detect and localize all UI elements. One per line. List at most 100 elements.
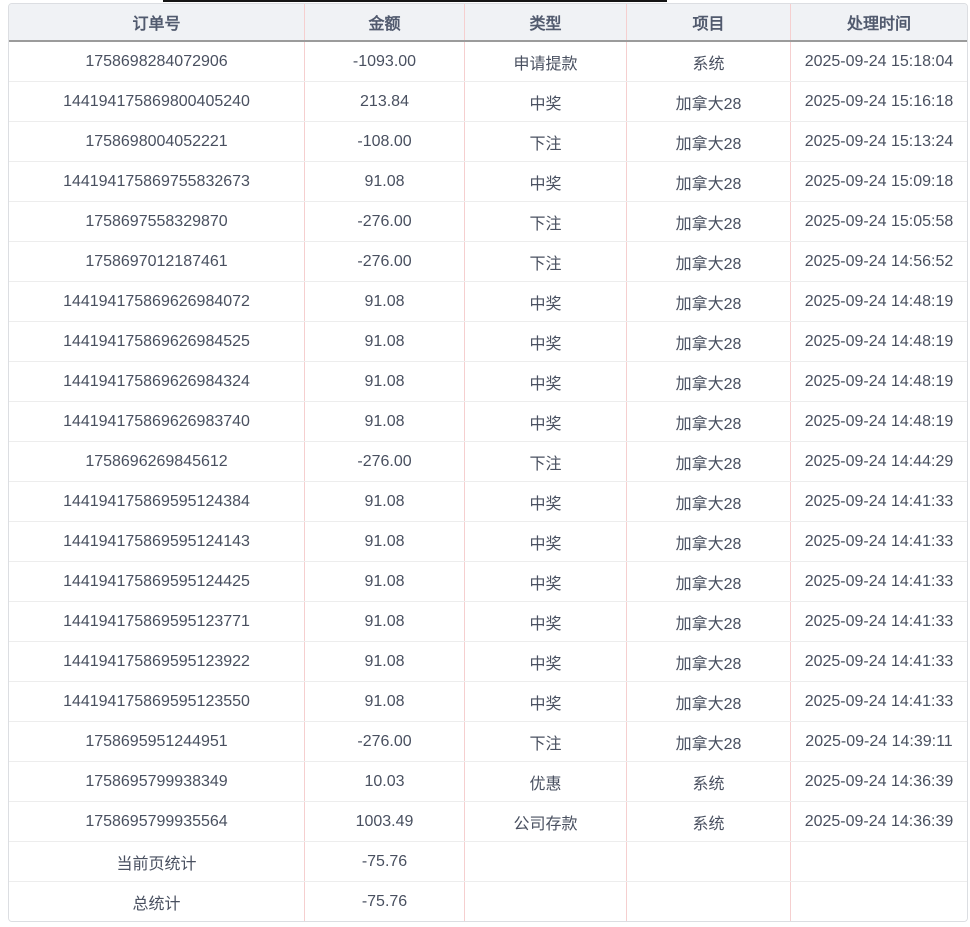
cell-order-no: 144194175869595123771 bbox=[9, 602, 305, 642]
cell-type: 中奖 bbox=[465, 82, 627, 122]
cell-project: 系统 bbox=[627, 762, 791, 802]
cell-type: 公司存款 bbox=[465, 802, 627, 842]
column-header-type: 类型 bbox=[465, 4, 627, 41]
cell-time: 2025-09-24 14:56:52 bbox=[791, 242, 968, 282]
table-row: 14419417586959512377191.08中奖加拿大282025-09… bbox=[9, 602, 967, 642]
table-row: 1758697012187461-276.00下注加拿大282025-09-24… bbox=[9, 242, 967, 282]
cell-order-no: 144194175869626984525 bbox=[9, 322, 305, 362]
cell-amount: 91.08 bbox=[305, 682, 465, 722]
header-row: 订单号金额类型项目处理时间 bbox=[9, 4, 967, 41]
cell-amount: 91.08 bbox=[305, 602, 465, 642]
cell-project: 系统 bbox=[627, 802, 791, 842]
cell-type: 中奖 bbox=[465, 482, 627, 522]
cell-type: 中奖 bbox=[465, 682, 627, 722]
cell-order-no: 144194175869626983740 bbox=[9, 402, 305, 442]
table-row: 14419417586959512442591.08中奖加拿大282025-09… bbox=[9, 562, 967, 602]
table-row: 175869579993834910.03优惠系统2025-09-24 14:3… bbox=[9, 762, 967, 802]
cell-order-no: 144194175869595124384 bbox=[9, 482, 305, 522]
cell-project: 加拿大28 bbox=[627, 562, 791, 602]
cell-amount: 91.08 bbox=[305, 162, 465, 202]
cell-project: 加拿大28 bbox=[627, 82, 791, 122]
cell-order-no: 总统计 bbox=[9, 882, 305, 922]
cell-type: 中奖 bbox=[465, 642, 627, 682]
cell-order-no: 1758695799938349 bbox=[9, 762, 305, 802]
cell-time: 2025-09-24 15:09:18 bbox=[791, 162, 968, 202]
cell-type: 中奖 bbox=[465, 362, 627, 402]
table-row: 144194175869800405240213.84中奖加拿大282025-0… bbox=[9, 82, 967, 122]
cell-amount: -75.76 bbox=[305, 882, 465, 922]
cell-project bbox=[627, 882, 791, 922]
cell-amount: 91.08 bbox=[305, 562, 465, 602]
cell-project: 加拿大28 bbox=[627, 362, 791, 402]
cell-order-no: 144194175869595123550 bbox=[9, 682, 305, 722]
cell-type: 中奖 bbox=[465, 402, 627, 442]
cell-project: 加拿大28 bbox=[627, 682, 791, 722]
cell-order-no: 1758695799935564 bbox=[9, 802, 305, 842]
cell-amount: -276.00 bbox=[305, 202, 465, 242]
cell-project: 加拿大28 bbox=[627, 522, 791, 562]
cell-project: 加拿大28 bbox=[627, 322, 791, 362]
cell-order-no: 当前页统计 bbox=[9, 842, 305, 882]
cell-time bbox=[791, 882, 968, 922]
cell-order-no: 144194175869626984072 bbox=[9, 282, 305, 322]
table-row: 14419417586962698407291.08中奖加拿大282025-09… bbox=[9, 282, 967, 322]
table-row: 14419417586959512414391.08中奖加拿大282025-09… bbox=[9, 522, 967, 562]
cell-amount: 91.08 bbox=[305, 402, 465, 442]
cell-time: 2025-09-24 14:48:19 bbox=[791, 362, 968, 402]
top-clip-bar bbox=[163, 0, 667, 2]
cell-time: 2025-09-24 15:18:04 bbox=[791, 41, 968, 82]
cell-amount: -108.00 bbox=[305, 122, 465, 162]
table-row: 17586957999355641003.49公司存款系统2025-09-24 … bbox=[9, 802, 967, 842]
cell-time: 2025-09-24 14:48:19 bbox=[791, 402, 968, 442]
table-row: 14419417586962698374091.08中奖加拿大282025-09… bbox=[9, 402, 967, 442]
cell-amount: 91.08 bbox=[305, 322, 465, 362]
cell-type: 下注 bbox=[465, 722, 627, 762]
table-row: 14419417586959512355091.08中奖加拿大282025-09… bbox=[9, 682, 967, 722]
cell-amount: 213.84 bbox=[305, 82, 465, 122]
table-row: 14419417586962698452591.08中奖加拿大282025-09… bbox=[9, 322, 967, 362]
cell-type: 下注 bbox=[465, 122, 627, 162]
cell-project: 加拿大28 bbox=[627, 722, 791, 762]
cell-time: 2025-09-24 15:05:58 bbox=[791, 202, 968, 242]
summary-row: 当前页统计-75.76 bbox=[9, 842, 967, 882]
cell-type: 下注 bbox=[465, 442, 627, 482]
table-row: 1758695951244951-276.00下注加拿大282025-09-24… bbox=[9, 722, 967, 762]
cell-time: 2025-09-24 14:41:33 bbox=[791, 642, 968, 682]
cell-type: 中奖 bbox=[465, 562, 627, 602]
cell-time: 2025-09-24 14:41:33 bbox=[791, 602, 968, 642]
cell-order-no: 144194175869626984324 bbox=[9, 362, 305, 402]
cell-order-no: 1758698284072906 bbox=[9, 41, 305, 82]
cell-time: 2025-09-24 14:44:29 bbox=[791, 442, 968, 482]
cell-project bbox=[627, 842, 791, 882]
cell-order-no: 144194175869595124143 bbox=[9, 522, 305, 562]
cell-time: 2025-09-24 14:41:33 bbox=[791, 682, 968, 722]
cell-time: 2025-09-24 14:48:19 bbox=[791, 322, 968, 362]
cell-type: 下注 bbox=[465, 202, 627, 242]
table-body: 1758698284072906-1093.00申请提款系统2025-09-24… bbox=[9, 41, 967, 921]
cell-amount: -276.00 bbox=[305, 722, 465, 762]
cell-time: 2025-09-24 14:41:33 bbox=[791, 482, 968, 522]
cell-time: 2025-09-24 14:39:11 bbox=[791, 722, 968, 762]
cell-type bbox=[465, 842, 627, 882]
table-row: 1758698004052221-108.00下注加拿大282025-09-24… bbox=[9, 122, 967, 162]
cell-amount: 91.08 bbox=[305, 642, 465, 682]
cell-type: 中奖 bbox=[465, 162, 627, 202]
cell-time: 2025-09-24 14:36:39 bbox=[791, 802, 968, 842]
cell-order-no: 1758698004052221 bbox=[9, 122, 305, 162]
transactions-table: 订单号金额类型项目处理时间 1758698284072906-1093.00申请… bbox=[9, 4, 967, 921]
cell-order-no: 1758695951244951 bbox=[9, 722, 305, 762]
cell-order-no: 1758696269845612 bbox=[9, 442, 305, 482]
table-row: 1758698284072906-1093.00申请提款系统2025-09-24… bbox=[9, 41, 967, 82]
cell-project: 加拿大28 bbox=[627, 242, 791, 282]
cell-amount: 91.08 bbox=[305, 282, 465, 322]
cell-order-no: 144194175869595123922 bbox=[9, 642, 305, 682]
cell-amount: 1003.49 bbox=[305, 802, 465, 842]
cell-time: 2025-09-24 14:41:33 bbox=[791, 562, 968, 602]
cell-time: 2025-09-24 14:48:19 bbox=[791, 282, 968, 322]
cell-amount: 91.08 bbox=[305, 522, 465, 562]
cell-project: 加拿大28 bbox=[627, 122, 791, 162]
cell-type: 申请提款 bbox=[465, 41, 627, 82]
cell-order-no: 1758697012187461 bbox=[9, 242, 305, 282]
cell-project: 系统 bbox=[627, 41, 791, 82]
cell-order-no: 144194175869800405240 bbox=[9, 82, 305, 122]
